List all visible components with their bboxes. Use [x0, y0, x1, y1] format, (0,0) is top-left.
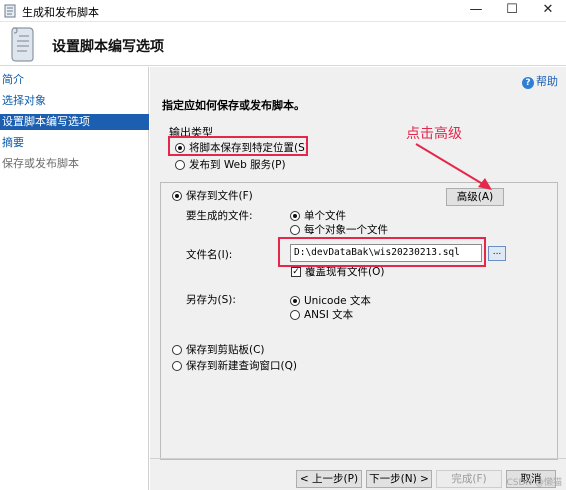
radio-indicator	[290, 210, 300, 221]
radio-publish-web[interactable]: 发布到 Web 服务(P)	[175, 157, 286, 172]
radio-indicator	[290, 309, 300, 320]
watermark: CSDN @懒猫	[506, 478, 562, 488]
radio-label: ANSI 文本	[304, 309, 354, 321]
radio-save-to-file[interactable]: 保存到文件(F)	[172, 188, 253, 203]
radio-unicode-text[interactable]: Unicode 文本	[290, 293, 371, 308]
finish-button[interactable]: 完成(F)	[436, 470, 502, 488]
sidebar-item-summary[interactable]: 摘要	[0, 135, 149, 151]
next-button[interactable]: 下一步(N) >	[366, 470, 432, 488]
wizard-sidebar: 简介 选择对象 设置脚本编写选项 摘要 保存或发布脚本	[0, 67, 149, 490]
main-content: ? 帮助 指定应如何保存或发布脚本。 输出类型 将脚本保存到特定位置(S) 发布到…	[150, 67, 566, 490]
files-to-generate-label: 要生成的文件:	[186, 210, 253, 222]
sidebar-item-save-publish[interactable]: 保存或发布脚本	[0, 156, 149, 172]
help-label: 帮助	[536, 75, 558, 88]
sidebar-item-select-objects[interactable]: 选择对象	[0, 93, 149, 109]
app-icon	[4, 4, 16, 18]
page-title: 设置脚本编写选项	[52, 39, 164, 55]
annotation-arrow	[415, 143, 492, 190]
scroll-icon	[11, 27, 34, 62]
help-link[interactable]: ? 帮助	[522, 73, 558, 89]
minimize-button[interactable]: —	[458, 0, 494, 22]
radio-indicator	[172, 360, 182, 371]
radio-indicator	[172, 344, 182, 355]
browse-button[interactable]: ...	[488, 246, 506, 261]
highlight-save-location	[168, 136, 308, 156]
radio-label: 单个文件	[304, 210, 346, 222]
radio-save-to-clipboard[interactable]: 保存到剪贴板(C)	[172, 342, 265, 357]
footer-divider	[150, 458, 566, 459]
radio-indicator	[290, 224, 300, 235]
help-icon: ?	[522, 77, 534, 89]
radio-indicator	[290, 295, 300, 306]
radio-label: 保存到剪贴板(C)	[186, 344, 265, 356]
maximize-button[interactable]: ☐	[494, 0, 530, 22]
radio-label: 保存到新建查询窗口(Q)	[186, 360, 297, 372]
page-header: 设置脚本编写选项	[0, 22, 566, 66]
sidebar-item-scripting-options[interactable]: 设置脚本编写选项	[0, 114, 149, 130]
radio-file-per-object[interactable]: 每个对象一个文件	[290, 222, 388, 237]
instruction-text: 指定应如何保存或发布脚本。	[162, 99, 305, 112]
radio-label: 保存到文件(F)	[186, 190, 253, 202]
title-bar: 生成和发布脚本 — ☐ ✕	[0, 0, 566, 22]
radio-label: 发布到 Web 服务(P)	[189, 159, 286, 171]
save-as-label: 另存为(S):	[186, 294, 236, 306]
radio-indicator	[172, 190, 182, 201]
highlight-filename	[278, 237, 486, 267]
radio-save-to-query-window[interactable]: 保存到新建查询窗口(Q)	[172, 358, 297, 373]
back-button[interactable]: < 上一步(P)	[296, 470, 362, 488]
checkbox-indicator: ✓	[291, 266, 301, 277]
radio-label: 每个对象一个文件	[304, 224, 388, 236]
filename-label: 文件名(I):	[186, 249, 233, 261]
radio-label: Unicode 文本	[304, 295, 371, 307]
close-button[interactable]: ✕	[530, 0, 566, 22]
radio-indicator	[175, 159, 185, 170]
window-title: 生成和发布脚本	[22, 6, 99, 19]
sidebar-item-intro[interactable]: 简介	[0, 72, 149, 88]
radio-ansi-text[interactable]: ANSI 文本	[290, 307, 353, 322]
radio-single-file[interactable]: 单个文件	[290, 208, 346, 223]
